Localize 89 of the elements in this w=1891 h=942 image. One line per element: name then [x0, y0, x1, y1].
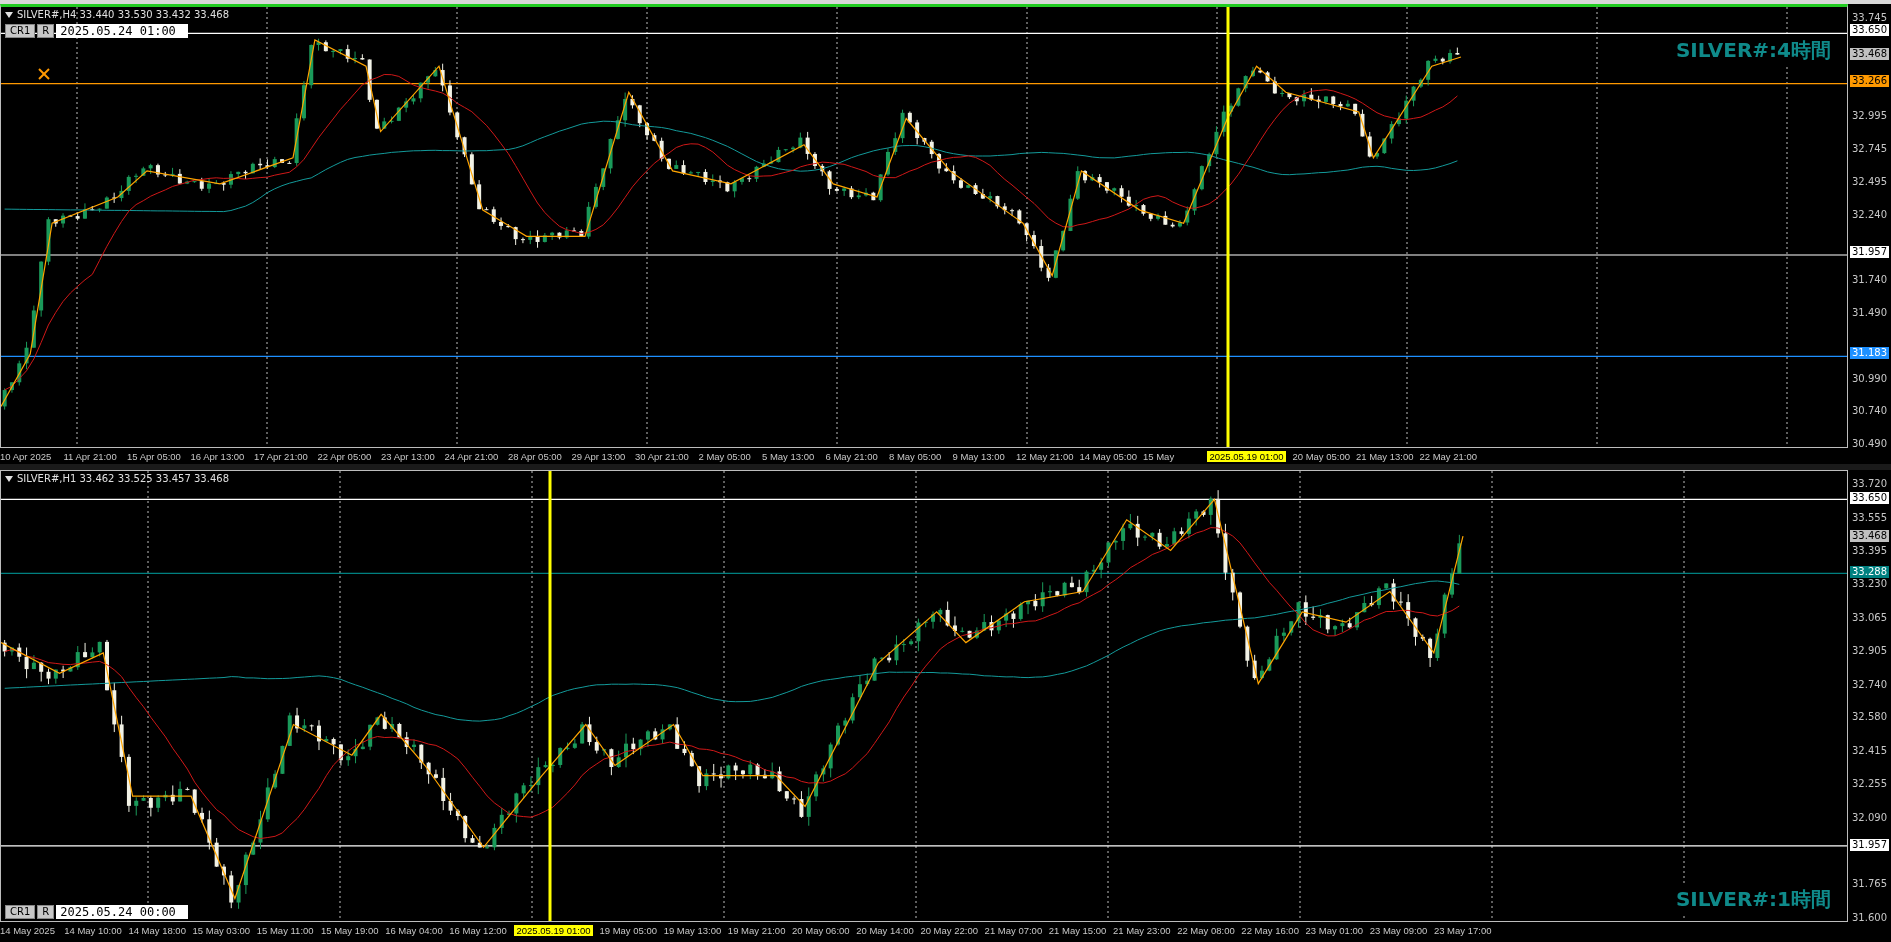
price-label: 32.745 [1852, 142, 1887, 155]
time-label: 8 May 05:00 [889, 450, 943, 462]
caret-icon[interactable] [5, 11, 13, 18]
time-label: 16 May 04:00 [385, 924, 444, 936]
crosshair-time-tag: 2025.05.19 01:00 [1206, 450, 1287, 462]
price-label: 30.990 [1852, 372, 1887, 385]
price-label: 32.995 [1852, 110, 1887, 123]
price-label: 32.905 [1852, 644, 1887, 657]
time-label: 22 May 08:00 [1177, 924, 1236, 936]
time-label: 14 May 18:00 [128, 924, 187, 936]
time-label: 23 May 01:00 [1305, 924, 1365, 936]
price-label: 31.765 [1852, 878, 1887, 891]
price-label: 30.740 [1852, 405, 1887, 418]
time-label: 14 May 2025 [0, 924, 56, 936]
symbol-quote: SILVER#,H1 33.462 33.525 33.457 33.468 [17, 473, 229, 484]
time-label: 20 May 14:00 [856, 924, 915, 936]
time-label: 23 May 17:00 [1433, 924, 1493, 936]
price-tag: 33.288 [1850, 566, 1889, 579]
time-label: 16 May 12:00 [449, 924, 508, 936]
time-label: 20 May 05:00 [1292, 450, 1352, 462]
price-label: 31.600 [1852, 912, 1887, 924]
crosshair-time-tag: 2025.05.19 01:00 [513, 924, 594, 936]
time-label: 19 May 13:00 [663, 924, 723, 936]
time-label: 21 May 13:00 [1355, 450, 1415, 462]
price-label: 32.255 [1852, 777, 1887, 790]
price-tag: 33.266 [1850, 74, 1889, 87]
time-label: 20 May 06:00 [792, 924, 851, 936]
price-label: 32.495 [1852, 175, 1887, 188]
crosshair-time-field: 2025.05.24 00:00 [56, 905, 188, 919]
time-label: 23 May 09:00 [1369, 924, 1429, 936]
price-tag: 31.957 [1850, 838, 1889, 851]
price-label: 33.065 [1852, 612, 1887, 625]
price-label: 32.580 [1852, 711, 1887, 724]
time-label: 28 Apr 05:00 [508, 450, 563, 462]
time-label: 15 May 11:00 [256, 924, 315, 936]
symbol-quote: SILVER#,H4 33.440 33.530 33.432 33.468 [17, 9, 229, 20]
price-label: 32.740 [1852, 678, 1887, 691]
time-label: 17 Apr 21:00 [254, 450, 309, 462]
price-label: 30.490 [1852, 438, 1887, 450]
time-label: 15 May [1143, 450, 1176, 462]
time-label: 21 May 07:00 [984, 924, 1044, 936]
price-label: 33.745 [1852, 12, 1887, 24]
time-label: 29 Apr 13:00 [571, 450, 627, 462]
price-tag: 33.468 [1850, 48, 1889, 61]
price-tag: 33.650 [1850, 492, 1889, 505]
time-label: 10 Apr 2025 [0, 450, 53, 462]
time-label: 16 Apr 13:00 [190, 450, 246, 462]
chart-button[interactable]: CR1 [5, 905, 36, 919]
time-label: 20 May 22:00 [920, 924, 979, 936]
price-label: 31.740 [1852, 274, 1887, 287]
time-label: 14 May 10:00 [64, 924, 123, 936]
price-label: 32.090 [1852, 811, 1887, 824]
time-label: 19 May 05:00 [599, 924, 659, 936]
time-label: 11 Apr 21:00 [63, 450, 118, 462]
time-label: 15 May 19:00 [320, 924, 380, 936]
time-label: 24 Apr 21:00 [444, 450, 500, 462]
crosshair-time-field: 2025.05.24 01:00 [56, 24, 188, 38]
time-label: 19 May 21:00 [727, 924, 787, 936]
chart-button[interactable]: R [37, 24, 55, 38]
price-label: 33.230 [1852, 578, 1887, 591]
price-tag: 33.468 [1850, 529, 1889, 542]
time-label: 22 Apr 05:00 [317, 450, 373, 462]
price-label: 33.395 [1852, 544, 1887, 557]
time-label: 15 Apr 05:00 [127, 450, 182, 462]
price-tag: 31.183 [1850, 347, 1889, 360]
price-label: 33.720 [1852, 478, 1887, 490]
cross-marker-icon [38, 68, 50, 80]
time-label: 12 May 21:00 [1016, 450, 1075, 462]
price-label: 33.555 [1852, 511, 1887, 524]
time-label: 21 May 23:00 [1112, 924, 1172, 936]
time-label: 21 May 15:00 [1048, 924, 1108, 936]
price-label: 32.415 [1852, 745, 1887, 758]
time-label: 30 Apr 21:00 [635, 450, 690, 462]
chart-button[interactable]: R [37, 905, 55, 919]
chart-button[interactable]: CR1 [5, 24, 36, 38]
time-label: 14 May 05:00 [1079, 450, 1139, 462]
price-tag: 33.650 [1850, 24, 1889, 37]
price-tag: 31.957 [1850, 246, 1889, 258]
time-label: 2 May 05:00 [698, 450, 752, 462]
time-label: 22 May 16:00 [1241, 924, 1300, 936]
time-label: 5 May 13:00 [762, 450, 816, 462]
time-label: 15 May 03:00 [192, 924, 252, 936]
time-label: 9 May 13:00 [952, 450, 1006, 462]
caret-icon[interactable] [5, 475, 13, 482]
time-label: 6 May 21:00 [825, 450, 879, 462]
time-label: 23 Apr 13:00 [381, 450, 436, 462]
price-label: 31.490 [1852, 307, 1887, 320]
time-label: 22 May 21:00 [1419, 450, 1479, 462]
price-label: 32.240 [1852, 208, 1887, 221]
